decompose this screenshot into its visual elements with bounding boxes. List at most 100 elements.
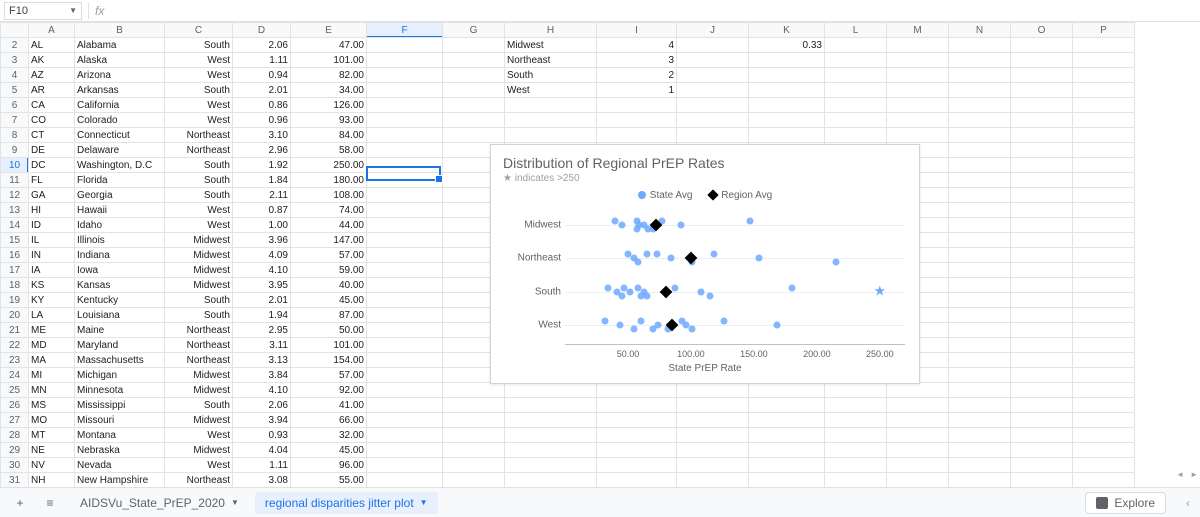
cell[interactable] (367, 203, 443, 218)
cell[interactable] (825, 38, 887, 53)
cell[interactable]: ME (29, 323, 75, 338)
cell[interactable]: CA (29, 98, 75, 113)
cell[interactable] (677, 413, 749, 428)
cell[interactable] (443, 128, 505, 143)
cell[interactable] (367, 173, 443, 188)
cell[interactable] (825, 128, 887, 143)
spreadsheet-grid[interactable]: ABCDEFGHIJKLMNOP2ALAlabamaSouth2.0647.00… (0, 22, 1200, 487)
cell[interactable]: 2.01 (233, 293, 291, 308)
cell[interactable] (949, 353, 1011, 368)
cell[interactable] (1073, 458, 1135, 473)
cell[interactable] (1073, 293, 1135, 308)
row-header[interactable]: 28 (1, 428, 29, 443)
cell[interactable]: Alaska (75, 53, 165, 68)
cell[interactable]: Northeast (165, 473, 233, 488)
cell[interactable] (1011, 158, 1073, 173)
cell[interactable]: 0.96 (233, 113, 291, 128)
cell[interactable]: CO (29, 113, 75, 128)
column-header[interactable]: N (949, 23, 1011, 38)
cell[interactable] (1011, 353, 1073, 368)
cell[interactable]: West (165, 428, 233, 443)
cell[interactable]: 1.11 (233, 458, 291, 473)
cell[interactable] (825, 443, 887, 458)
cell[interactable] (597, 98, 677, 113)
row-header[interactable]: 7 (1, 113, 29, 128)
cell[interactable] (1011, 38, 1073, 53)
cell[interactable] (1011, 83, 1073, 98)
row-header[interactable]: 4 (1, 68, 29, 83)
cell[interactable] (1073, 68, 1135, 83)
cell[interactable] (367, 293, 443, 308)
cell[interactable] (949, 158, 1011, 173)
cell[interactable]: Michigan (75, 368, 165, 383)
cell[interactable] (1011, 68, 1073, 83)
row-header[interactable]: 10 (1, 158, 29, 173)
cell[interactable]: 66.00 (291, 413, 367, 428)
row-header[interactable]: 3 (1, 53, 29, 68)
cell[interactable]: 34.00 (291, 83, 367, 98)
cell[interactable] (1073, 278, 1135, 293)
cell[interactable]: 74.00 (291, 203, 367, 218)
cell[interactable]: 84.00 (291, 128, 367, 143)
cell[interactable]: 57.00 (291, 248, 367, 263)
cell[interactable] (1011, 203, 1073, 218)
cell[interactable]: South (165, 173, 233, 188)
cell[interactable]: GA (29, 188, 75, 203)
cell[interactable] (949, 323, 1011, 338)
cell[interactable]: 2.96 (233, 143, 291, 158)
cell[interactable]: 2.11 (233, 188, 291, 203)
cell[interactable] (367, 413, 443, 428)
cell[interactable] (949, 278, 1011, 293)
chart-card[interactable]: Distribution of Regional PrEP Rates ★ in… (490, 144, 920, 384)
row-header[interactable]: 11 (1, 173, 29, 188)
cell[interactable]: 0.94 (233, 68, 291, 83)
cell[interactable]: Florida (75, 173, 165, 188)
cell[interactable] (1011, 428, 1073, 443)
cell[interactable] (1011, 383, 1073, 398)
cell[interactable] (887, 113, 949, 128)
cell[interactable] (505, 473, 597, 488)
cell[interactable] (749, 83, 825, 98)
cell[interactable]: MA (29, 353, 75, 368)
cell[interactable]: South (165, 308, 233, 323)
cell[interactable] (367, 83, 443, 98)
cell[interactable] (1011, 218, 1073, 233)
cell[interactable]: Montana (75, 428, 165, 443)
cell[interactable] (949, 53, 1011, 68)
column-header[interactable]: J (677, 23, 749, 38)
cell[interactable] (887, 53, 949, 68)
cell[interactable] (1073, 338, 1135, 353)
cell[interactable]: NE (29, 443, 75, 458)
cell[interactable] (677, 428, 749, 443)
cell[interactable] (1073, 98, 1135, 113)
cell[interactable] (1073, 443, 1135, 458)
cell[interactable]: ID (29, 218, 75, 233)
cell[interactable] (1073, 428, 1135, 443)
cell[interactable]: South (505, 68, 597, 83)
cell[interactable] (887, 128, 949, 143)
row-header[interactable]: 15 (1, 233, 29, 248)
cell[interactable]: 147.00 (291, 233, 367, 248)
cell[interactable]: Midwest (165, 413, 233, 428)
cell[interactable]: 4.09 (233, 248, 291, 263)
cell[interactable] (367, 38, 443, 53)
cell[interactable]: 50.00 (291, 323, 367, 338)
cell[interactable] (949, 203, 1011, 218)
cell[interactable] (1011, 53, 1073, 68)
cell[interactable]: Connecticut (75, 128, 165, 143)
cell[interactable] (1011, 368, 1073, 383)
cell[interactable]: Missouri (75, 413, 165, 428)
cell[interactable]: South (165, 158, 233, 173)
row-header[interactable]: 16 (1, 248, 29, 263)
cell[interactable]: South (165, 398, 233, 413)
cell[interactable] (825, 398, 887, 413)
cell[interactable] (1011, 323, 1073, 338)
row-header[interactable]: 17 (1, 263, 29, 278)
cell[interactable]: 87.00 (291, 308, 367, 323)
cell[interactable] (1073, 38, 1135, 53)
cell[interactable] (1073, 128, 1135, 143)
column-header[interactable]: I (597, 23, 677, 38)
cell[interactable] (677, 473, 749, 488)
cell[interactable] (367, 323, 443, 338)
cell[interactable] (443, 53, 505, 68)
